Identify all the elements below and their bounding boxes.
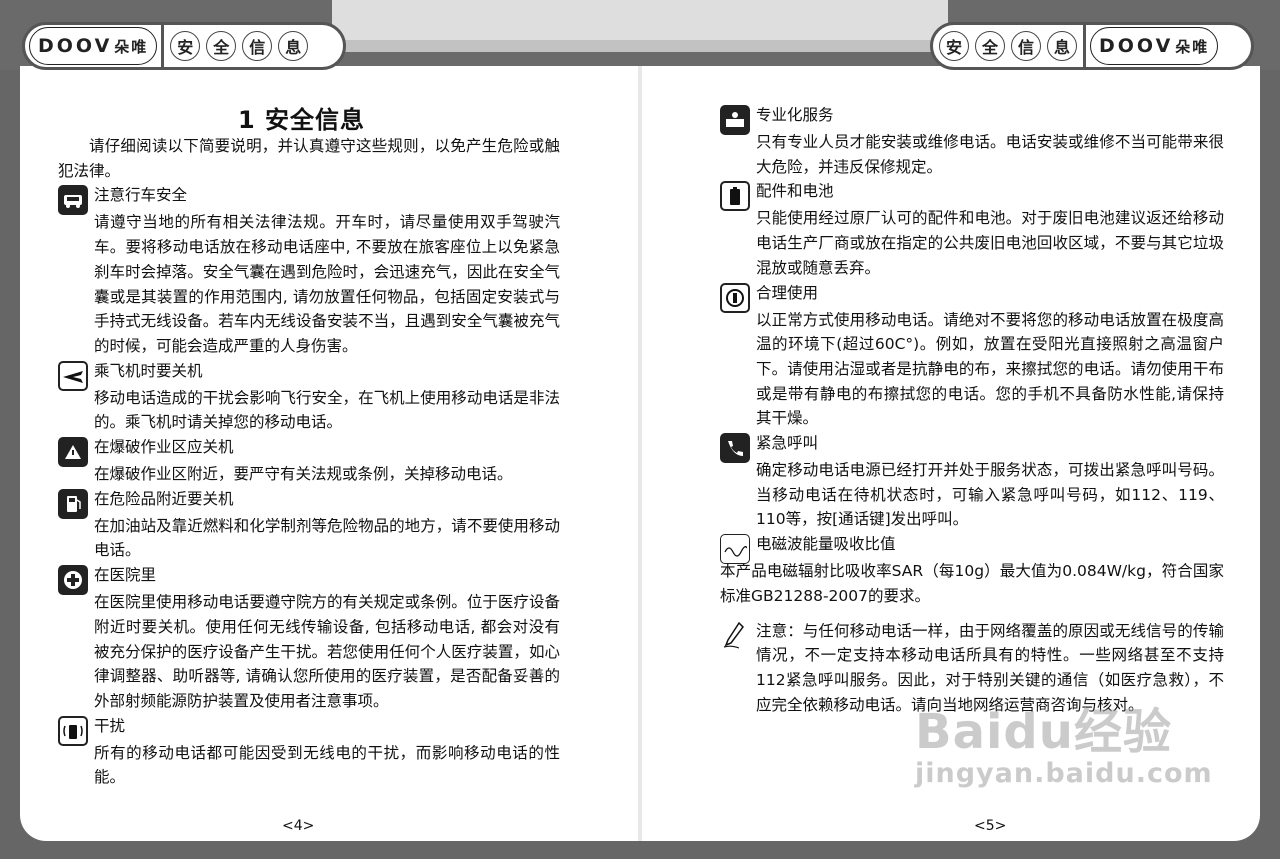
fuel-pump-icon bbox=[58, 488, 88, 519]
section-char: 安 bbox=[170, 31, 201, 61]
section-body: 请遵守当地的所有相关法律法规。开车时，请尽量使用双手驾驶汽车。要将移动电话放在移… bbox=[94, 213, 560, 355]
note-text: 注意：与任何移动电话一样，由于网络覆盖的原因或无线信号的传输情况，不一定支持本移… bbox=[756, 621, 1224, 714]
section-label: 安 全 信 息 bbox=[164, 31, 314, 61]
doov-logo: DOOV 朵唯 bbox=[29, 27, 158, 65]
interference-icon bbox=[58, 715, 88, 746]
right-page-body: 专业化服务 只有专业人员才能安装或维修电话。电话安装或维修不当可能带来很大危险，… bbox=[720, 103, 1224, 717]
section-hazard: 在危险品附近要关机 在加油站及靠近燃料和化学制剂等危险物品的地方，请不要使用移动… bbox=[58, 487, 560, 563]
page-number-left: <4> bbox=[282, 818, 315, 834]
page-title: 1 安全信息 bbox=[238, 106, 366, 134]
page-number-right: <5> bbox=[974, 818, 1007, 834]
section-service: 专业化服务 只有专业人员才能安装或维修电话。电话安装或维修不当可能带来很大危险，… bbox=[720, 103, 1224, 179]
section-hospital: 在医院里 在医院里使用移动电话要遵守院方的有关规定或条例。位于医疗设备附近时要关… bbox=[58, 563, 560, 714]
proper-use-icon bbox=[720, 282, 750, 313]
section-label: 安 全 信 息 bbox=[933, 31, 1083, 61]
watermark-line1: Baidu经验 bbox=[915, 704, 1172, 760]
section-body: 本产品电磁辐射比吸收率SAR（每10g）最大值为0.084W/kg，符合国家标准… bbox=[720, 562, 1224, 605]
section-body: 移动电话造成的干扰会影响飞行安全，在飞机上使用移动电话是非法的。乘飞机时请关掉您… bbox=[94, 388, 560, 432]
blasting-icon bbox=[58, 437, 88, 468]
header-divider bbox=[1083, 22, 1086, 70]
section-heading: 干扰 bbox=[94, 716, 126, 735]
section-heading: 在危险品附近要关机 bbox=[94, 489, 234, 508]
top-band-line bbox=[332, 40, 948, 52]
watermark-line2: jingyan.baidu.com bbox=[915, 758, 1213, 789]
section-body: 所有的移动电话都可能因受到无线电的干扰，而影响移动电话的性能。 bbox=[94, 743, 560, 787]
section-char: 全 bbox=[206, 31, 237, 61]
section-body: 在加油站及靠近燃料和化学制剂等危险物品的地方，请不要使用移动电话。 bbox=[94, 516, 560, 560]
section-body: 在爆破作业区附近，要严守有关法规或条例，关掉移动电话。 bbox=[94, 465, 513, 484]
logo-cn: 朵唯 bbox=[114, 37, 149, 56]
service-icon bbox=[720, 105, 750, 135]
section-body: 在医院里使用移动电话要遵守院方的有关规定或条例。位于医疗设备附近时要关机。使用任… bbox=[94, 593, 560, 710]
car-icon bbox=[58, 185, 88, 216]
section-blasting: 在爆破作业区应关机 在爆破作业区附近，要严守有关法规或条例，关掉移动电话。 bbox=[58, 435, 560, 487]
left-header: DOOV 朵唯 安 全 信 息 bbox=[22, 22, 346, 70]
logo-latin: DOOV bbox=[1099, 35, 1174, 57]
emergency-call-icon bbox=[720, 433, 750, 464]
section-body: 只有专业人员才能安装或维修电话。电话安装或维修不当可能带来很大危险，并违反保修规… bbox=[756, 133, 1224, 176]
sar-icon bbox=[720, 534, 750, 565]
section-char: 安 bbox=[939, 31, 969, 61]
section-heading: 电磁波能量吸收比值 bbox=[756, 535, 896, 554]
section-heading: 紧急呼叫 bbox=[756, 434, 819, 453]
section-airplane: 乘飞机时要关机 移动电话造成的干扰会影响飞行安全，在飞机上使用移动电话是非法的。… bbox=[58, 359, 560, 435]
section-heading: 乘飞机时要关机 bbox=[94, 361, 203, 380]
section-interference: 干扰 所有的移动电话都可能因受到无线电的干扰，而影响移动电话的性能。 bbox=[58, 714, 560, 790]
logo-latin: DOOV bbox=[38, 35, 113, 57]
intro-paragraph: 请仔细阅读以下简要说明，并认真遵守这些规则，以免产生危险或触犯法律。 bbox=[58, 137, 560, 180]
section-body: 以正常方式使用移动电话。请绝对不要将您的移动电话放置在极度高温的环境下(超过60… bbox=[756, 310, 1224, 428]
section-heading: 在爆破作业区应关机 bbox=[94, 438, 234, 457]
section-sar: 电磁波能量吸收比值 本产品电磁辐射比吸收率SAR（每10g）最大值为0.084W… bbox=[720, 532, 1224, 608]
right-header: 安 全 信 息 DOOV 朵唯 bbox=[930, 22, 1254, 70]
pencil-note-icon bbox=[720, 620, 750, 651]
doov-logo: DOOV 朵唯 bbox=[1090, 27, 1219, 65]
section-heading: 在医院里 bbox=[94, 566, 157, 585]
section-heading: 注意行车安全 bbox=[94, 186, 188, 205]
section-char: 息 bbox=[1047, 31, 1077, 61]
left-page-body: 请仔细阅读以下简要说明，并认真遵守这些规则，以免产生危险或触犯法律。 注意行车安… bbox=[58, 134, 560, 790]
section-emergency: 紧急呼叫 确定移动电话电源已经打开并处于服务状态，可拨出紧急呼叫号码。当移动电话… bbox=[720, 431, 1224, 532]
section-heading: 配件和电池 bbox=[756, 182, 834, 201]
section-body: 确定移动电话电源已经打开并处于服务状态，可拨出紧急呼叫号码。当移动电话在待机状态… bbox=[756, 461, 1224, 529]
section-proper-use: 合理使用 以正常方式使用移动电话。请绝对不要将您的移动电话放置在极度高温的环境下… bbox=[720, 281, 1224, 432]
section-char: 信 bbox=[242, 31, 273, 61]
logo-cn: 朵唯 bbox=[1175, 37, 1210, 56]
section-char: 息 bbox=[278, 31, 309, 61]
section-battery: 配件和电池 只能使用经过原厂认可的配件和电池。对于废旧电池建议返还给移动电话生产… bbox=[720, 179, 1224, 280]
section-char: 信 bbox=[1011, 31, 1041, 61]
section-driving: 注意行车安全 请遵守当地的所有相关法律法规。开车时，请尽量使用双手驾驶汽车。要将… bbox=[58, 183, 560, 358]
hospital-cross-icon bbox=[58, 565, 88, 596]
section-heading: 合理使用 bbox=[756, 283, 819, 302]
note-section: 注意：与任何移动电话一样，由于网络覆盖的原因或无线信号的传输情况，不一定支持本移… bbox=[720, 619, 1224, 718]
section-body: 只能使用经过原厂认可的配件和电池。对于废旧电池建议返还给移动电话生产厂商或放在指… bbox=[756, 209, 1224, 277]
section-char: 全 bbox=[975, 31, 1005, 61]
battery-icon bbox=[720, 181, 750, 212]
airplane-icon bbox=[58, 360, 88, 391]
baidu-watermark: Baidu经验 jingyan.baidu.com bbox=[915, 706, 1213, 789]
section-heading: 专业化服务 bbox=[756, 106, 834, 124]
